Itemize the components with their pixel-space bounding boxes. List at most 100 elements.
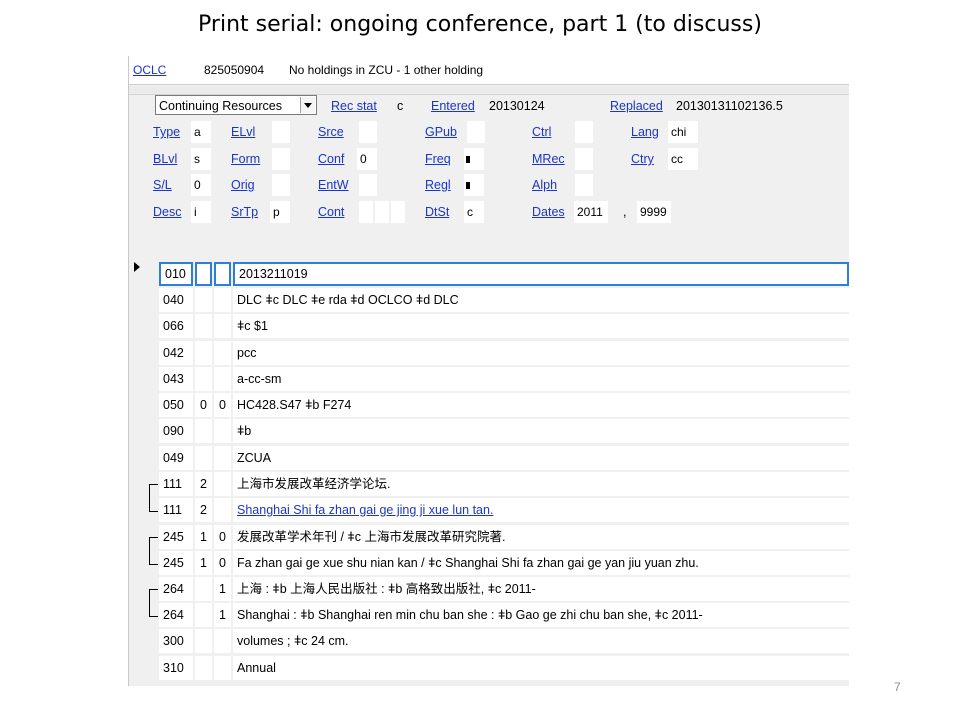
chevron-down-icon[interactable] <box>300 97 315 113</box>
ctry-link[interactable]: Ctry <box>631 152 654 166</box>
field-data[interactable]: ǂc $1 <box>233 314 849 338</box>
sl-link[interactable]: S/L <box>153 178 172 192</box>
field-ind1[interactable]: 2 <box>195 472 212 496</box>
field-data-link[interactable]: Shanghai Shi fa zhan gai ge jing ji xue … <box>233 498 849 522</box>
field-row-310[interactable]: 310 Annual <box>129 656 849 680</box>
field-tag[interactable]: 111 <box>159 498 193 522</box>
freq-field[interactable] <box>464 148 484 170</box>
field-tag[interactable]: 066 <box>159 314 193 338</box>
form-field[interactable] <box>272 148 290 170</box>
cont-field-1[interactable] <box>359 201 373 223</box>
field-ind2[interactable]: 1 <box>214 603 231 627</box>
field-row-050[interactable]: 050 0 0 HC428.S47 ǂb F274 <box>129 393 849 417</box>
gpub-field[interactable] <box>467 121 485 143</box>
field-tag[interactable]: 043 <box>159 367 193 391</box>
cont-link[interactable]: Cont <box>318 205 344 219</box>
field-ind1[interactable]: 2 <box>195 498 212 522</box>
dtst-field[interactable]: c <box>464 201 484 223</box>
dates-field-end[interactable]: 9999 <box>637 201 671 223</box>
field-tag[interactable]: 245 <box>159 525 193 549</box>
field-data[interactable]: volumes ; ǂc 24 cm. <box>233 629 849 653</box>
field-ind1[interactable] <box>195 577 212 601</box>
field-data[interactable]: Fa zhan gai ge xue shu nian kan / ǂc Sha… <box>233 551 849 575</box>
elvl-field[interactable] <box>272 121 290 143</box>
sl-field[interactable]: 0 <box>191 174 211 196</box>
field-tag[interactable]: 111 <box>159 472 193 496</box>
field-tag[interactable]: 300 <box>159 629 193 653</box>
field-row-300[interactable]: 300 volumes ; ǂc 24 cm. <box>129 629 849 653</box>
conf-field[interactable]: 0 <box>357 148 377 170</box>
field-ind1[interactable] <box>195 262 212 286</box>
field-ind2[interactable]: 1 <box>214 577 231 601</box>
field-ind2[interactable] <box>214 498 231 522</box>
field-ind1[interactable] <box>195 629 212 653</box>
field-ind2[interactable] <box>214 262 231 286</box>
field-row-111[interactable]: 111 2 上海市发展改革经济学论坛. <box>129 472 849 496</box>
field-ind2[interactable] <box>214 341 231 365</box>
field-tag[interactable]: 042 <box>159 341 193 365</box>
field-ind2[interactable]: 0 <box>214 525 231 549</box>
ctrl-field[interactable] <box>575 121 593 143</box>
field-ind1[interactable] <box>195 367 212 391</box>
field-ind1[interactable] <box>195 656 212 680</box>
type-field[interactable]: a <box>191 121 211 143</box>
entw-field[interactable] <box>359 174 377 196</box>
field-ind2[interactable] <box>214 446 231 470</box>
field-ind2[interactable] <box>214 314 231 338</box>
field-ind1[interactable] <box>195 446 212 470</box>
field-tag[interactable]: 050 <box>159 393 193 417</box>
alph-link[interactable]: Alph <box>532 178 557 192</box>
field-ind1[interactable]: 0 <box>195 393 212 417</box>
field-tag[interactable]: 010 <box>159 262 193 286</box>
entw-link[interactable]: EntW <box>318 178 349 192</box>
srtp-link[interactable]: SrTp <box>231 205 258 219</box>
field-data[interactable]: ZCUA <box>233 446 849 470</box>
field-tag[interactable]: 090 <box>159 419 193 443</box>
field-ind2[interactable]: 0 <box>214 393 231 417</box>
field-ind2[interactable] <box>214 367 231 391</box>
regl-link[interactable]: Regl <box>425 178 451 192</box>
field-ind2[interactable] <box>214 629 231 653</box>
dates-field-start[interactable]: 2011 <box>574 201 608 223</box>
field-ind1[interactable] <box>195 603 212 627</box>
field-data[interactable]: pcc <box>233 341 849 365</box>
field-data[interactable]: 2013211019 <box>233 262 849 286</box>
dates-link[interactable]: Dates <box>532 205 565 219</box>
field-row-245[interactable]: 245 1 0 发展改革学术年刊 / ǂc 上海市发展改革研究院著. <box>129 525 849 549</box>
field-row-264-romanized[interactable]: 264 1 Shanghai : ǂb Shanghai ren min chu… <box>129 603 849 627</box>
srce-link[interactable]: Srce <box>318 125 344 139</box>
mrec-link[interactable]: MRec <box>532 152 565 166</box>
field-tag[interactable]: 264 <box>159 577 193 601</box>
field-row-264[interactable]: 264 1 上海 : ǂb 上海人民出版社 : ǂb 高格致出版社, ǂc 20… <box>129 577 849 601</box>
gpub-link[interactable]: GPub <box>425 125 457 139</box>
dtst-link[interactable]: DtSt <box>425 205 449 219</box>
blvl-link[interactable]: BLvl <box>153 152 177 166</box>
field-row-049[interactable]: 049 ZCUA <box>129 446 849 470</box>
conf-link[interactable]: Conf <box>318 152 344 166</box>
desc-link[interactable]: Desc <box>153 205 181 219</box>
regl-field[interactable] <box>464 174 484 196</box>
ctrl-link[interactable]: Ctrl <box>532 125 551 139</box>
field-data[interactable]: Shanghai : ǂb Shanghai ren min chu ban s… <box>233 603 849 627</box>
srtp-field[interactable]: p <box>270 201 290 223</box>
field-row-040[interactable]: 040 DLC ǂc DLC ǂe rda ǂd OCLCO ǂd DLC <box>129 288 849 312</box>
field-ind1[interactable] <box>195 288 212 312</box>
field-data[interactable]: HC428.S47 ǂb F274 <box>233 393 849 417</box>
field-ind1[interactable]: 1 <box>195 525 212 549</box>
field-data[interactable]: 上海 : ǂb 上海人民出版社 : ǂb 高格致出版社, ǂc 2011- <box>233 577 849 601</box>
field-row-066[interactable]: 066 ǂc $1 <box>129 314 849 338</box>
field-tag[interactable]: 049 <box>159 446 193 470</box>
field-row-010[interactable]: 010 2013211019 <box>129 262 849 286</box>
field-row-042[interactable]: 042 pcc <box>129 341 849 365</box>
form-link[interactable]: Form <box>231 152 260 166</box>
desc-field[interactable]: i <box>191 201 211 223</box>
freq-link[interactable]: Freq <box>425 152 451 166</box>
field-ind1[interactable] <box>195 419 212 443</box>
field-ind2[interactable]: 0 <box>214 551 231 575</box>
field-ind2[interactable] <box>214 288 231 312</box>
blvl-field[interactable]: s <box>191 148 211 170</box>
field-data[interactable]: 上海市发展改革经济学论坛. <box>233 472 849 496</box>
lang-link[interactable]: Lang <box>631 125 659 139</box>
field-row-090[interactable]: 090 ǂb <box>129 419 849 443</box>
field-tag[interactable]: 040 <box>159 288 193 312</box>
